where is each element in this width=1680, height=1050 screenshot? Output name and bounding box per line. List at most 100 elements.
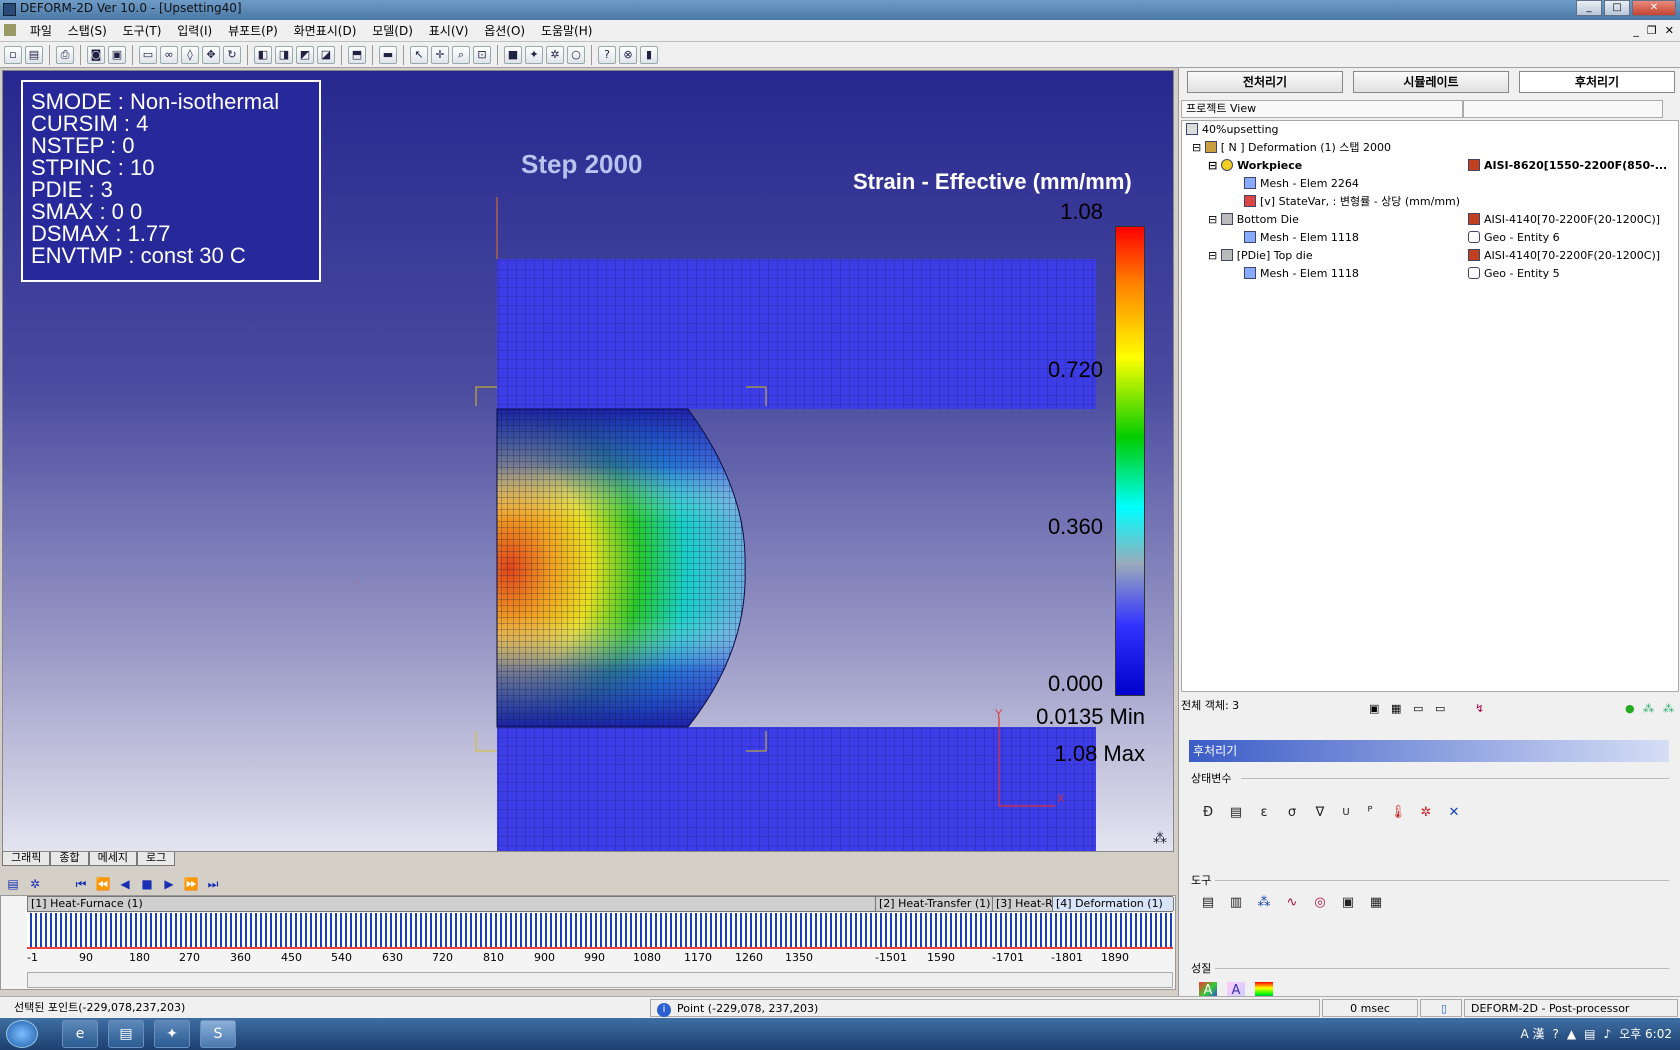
step-back-icon[interactable]: ◀ (116, 875, 134, 893)
top-view-icon[interactable]: ◪ (317, 45, 335, 64)
menu-view[interactable]: 표시(V) (423, 20, 475, 42)
state-var-user-icon[interactable]: ✲ (1417, 804, 1435, 822)
tree-item-workpiece-mesh[interactable]: Mesh - Elem 2264 (1244, 175, 1359, 193)
network-icon[interactable]: ▤ (1584, 1018, 1595, 1050)
print-icon[interactable]: ⎙ (56, 45, 74, 64)
stop-playback-icon[interactable]: ■ (138, 875, 156, 893)
side-view-icon[interactable]: ◩ (296, 45, 314, 64)
zoom-box-icon[interactable]: ⊡ (473, 45, 491, 64)
point-icon[interactable]: ✦ (525, 45, 543, 64)
explorer-icon[interactable]: ▤ (108, 1020, 144, 1048)
link-icon[interactable]: ∞ (160, 45, 178, 64)
stop-icon[interactable]: ⊗ (619, 45, 637, 64)
tab-simulate[interactable]: 시뮬레이트 (1353, 71, 1509, 93)
zoom-icon[interactable]: ⌕ (452, 45, 470, 64)
refresh-icon[interactable]: ↻ (223, 45, 241, 64)
state-var-u-icon[interactable]: U (1337, 804, 1355, 822)
menu-tools[interactable]: 도구(T) (117, 20, 168, 42)
view-corner-icon[interactable]: ⁂ (1153, 831, 1167, 847)
gear-icon[interactable]: ✲ (546, 45, 564, 64)
export-icon[interactable]: ▦ (1367, 894, 1385, 912)
fit-icon[interactable]: ✥ (202, 45, 220, 64)
state-var-velocity-icon[interactable]: ∇ (1311, 804, 1329, 822)
tree-item-deformation[interactable]: ⊟ [ N ] Deformation (1) 스탭 2000 (1192, 139, 1391, 157)
segment-heat-transfer[interactable]: [2] Heat-Transfer (1) (876, 897, 993, 911)
start-button[interactable] (6, 1020, 38, 1048)
tree-item-project[interactable]: 40%upsetting (1186, 121, 1279, 139)
ellipse-icon[interactable]: ○ (567, 45, 585, 64)
step-timeline[interactable]: [1] Heat-Furnace (1) [2] Heat-Transfer (… (0, 895, 1176, 990)
play-icon[interactable]: ▶ (160, 875, 178, 893)
tree-item-bottom-die[interactable]: ⊟ Bottom Die (1208, 211, 1299, 229)
menu-options[interactable]: 옵션(O) (478, 20, 531, 42)
timeline-step-bars[interactable] (27, 913, 1173, 949)
mesh-view-icon[interactable]: ▦ (1391, 697, 1401, 721)
menu-step[interactable]: 스탭(S) (62, 20, 113, 42)
app-icon[interactable] (3, 3, 16, 16)
window-icon[interactable]: ▭ (139, 45, 157, 64)
help-pointer-icon[interactable]: ? (598, 45, 616, 64)
document-icon[interactable] (4, 24, 16, 36)
graphics-viewport[interactable]: Y X · ⁂ SMODE : Non-isothermal CURSIM : … (2, 70, 1174, 852)
menu-model[interactable]: 모델(D) (366, 20, 419, 42)
state-var-ps-icon[interactable]: ᴾ (1361, 804, 1379, 822)
color-map-icon[interactable]: ■ (504, 45, 522, 64)
volume-icon[interactable]: ♪ (1603, 1018, 1611, 1050)
tree-item-top-die[interactable]: ⊟ [PDie] Top die (1208, 247, 1313, 265)
minimize-button[interactable]: _ (1576, 0, 1602, 16)
step-settings-icon[interactable]: ✲ (26, 875, 44, 893)
app-icon-2[interactable]: ✦ (154, 1020, 190, 1048)
menu-input[interactable]: 입력(I) (171, 20, 218, 42)
graph-icon[interactable]: ▥ (1227, 894, 1245, 912)
state-var-table-icon[interactable]: ▤ (1227, 804, 1245, 822)
report-icon[interactable]: ▤ (1199, 894, 1217, 912)
open-folder-icon[interactable]: ▤ (25, 45, 43, 64)
menu-display[interactable]: 화면표시(D) (288, 20, 363, 42)
menu-viewport[interactable]: 뷰포트(P) (222, 20, 284, 42)
tab-preprocessor[interactable]: 전처리기 (1187, 71, 1343, 93)
first-step-icon[interactable]: ⏮ (72, 875, 90, 893)
exit-door-icon[interactable]: ▮ (640, 45, 658, 64)
mdi-restore-icon[interactable]: ❐ (1647, 24, 1657, 37)
last-step-icon[interactable]: ⏭ (204, 875, 222, 893)
new-file-icon[interactable]: ▫ (4, 45, 22, 64)
close-button[interactable]: ✕ (1632, 0, 1676, 16)
ime-indicator[interactable]: A 漢 (1521, 1018, 1545, 1050)
geo-view-icon[interactable]: ▭ (1413, 697, 1423, 721)
chart-toggle-icon[interactable]: ↯ (1475, 697, 1484, 721)
segment-deformation[interactable]: [4] Deformation (1) (1053, 897, 1174, 911)
collapse-icon[interactable]: ⊟ (1208, 213, 1217, 226)
maximize-button[interactable]: □ (1604, 0, 1630, 16)
tree-item-bottom-die-mesh[interactable]: Mesh - Elem 1118 (1244, 229, 1359, 247)
bottle-icon[interactable]: ◊ (181, 45, 199, 64)
front-view-icon[interactable]: ◨ (275, 45, 293, 64)
fast-back-icon[interactable]: ⏪ (94, 875, 112, 893)
select-pointer-icon[interactable]: ↖ (410, 45, 428, 64)
segment-heat-r[interactable]: [3] Heat-R (993, 897, 1053, 911)
border-view-icon[interactable]: ▭ (1435, 697, 1445, 721)
state-var-stress-icon[interactable]: σ (1283, 804, 1301, 822)
tree-value-bottom-die-geo[interactable]: Geo - Entity 6 (1468, 229, 1560, 247)
tab-message[interactable]: 메세지 (88, 852, 137, 866)
object-icon[interactable]: ⬒ (348, 45, 366, 64)
tab-graphic[interactable]: 그래픽 (2, 852, 51, 866)
camera-icon[interactable]: ◙ (87, 45, 105, 64)
mdi-minimize-icon[interactable]: _ (1633, 24, 1639, 37)
flow-net-icon[interactable]: ∿ (1283, 894, 1301, 912)
ruler-icon[interactable]: ▬ (379, 45, 397, 64)
pan-icon[interactable]: ✛ (431, 45, 449, 64)
menu-help[interactable]: 도움말(H) (535, 20, 599, 42)
tab-postprocessor[interactable]: 후처리기 (1519, 71, 1675, 93)
collapse-icon[interactable]: ⊟ (1208, 159, 1217, 172)
clock[interactable]: 오후 6:02 (1619, 1018, 1672, 1050)
fast-forward-icon[interactable]: ⏩ (182, 875, 200, 893)
segment-heat-furnace[interactable]: [1] Heat-Furnace (1) (28, 897, 876, 911)
tree-item-statevar[interactable]: [v] StateVar, : 변형률 - 상당 (mm/mm) (1244, 193, 1460, 211)
tab-log[interactable]: 로그 (137, 852, 176, 866)
point-track-icon[interactable]: ⁂ (1255, 894, 1273, 912)
help-icon[interactable]: ? (1553, 1018, 1559, 1050)
deform-taskbar-icon[interactable]: S (200, 1020, 236, 1048)
step-list-icon[interactable]: ▤ (4, 875, 22, 893)
tree-view-icon[interactable]: ▣ (1369, 697, 1379, 721)
tray-arrow-icon[interactable]: ▲ (1567, 1018, 1576, 1050)
